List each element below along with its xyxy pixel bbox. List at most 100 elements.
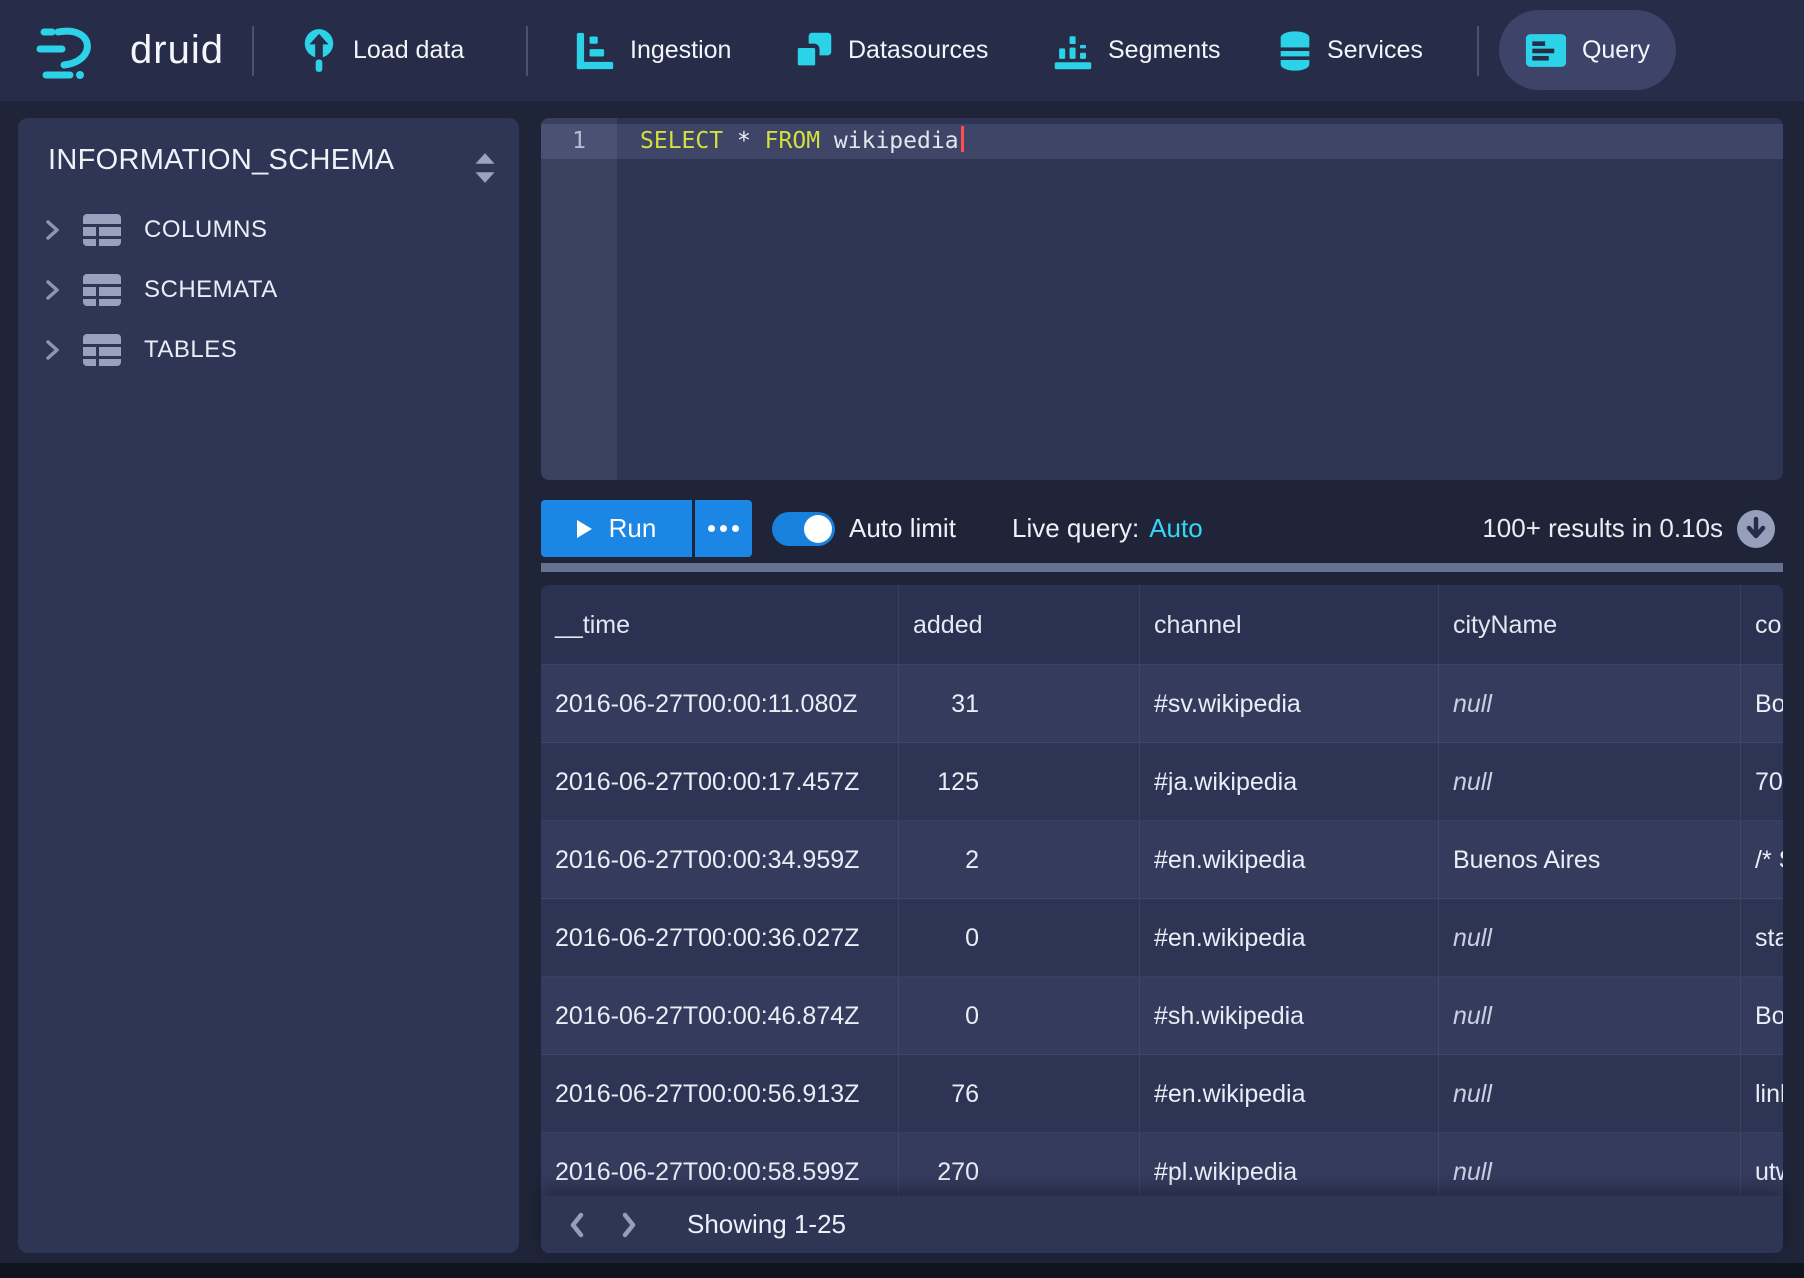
nav-item-load-data[interactable]: Load data	[300, 0, 464, 101]
cell-added[interactable]: 0	[899, 977, 1140, 1054]
cell-time[interactable]: 2016-06-27T00:00:46.874Z	[541, 977, 899, 1054]
bar-chart-icon	[1053, 31, 1093, 71]
cell-channel[interactable]: #sv.wikipedia	[1140, 665, 1439, 742]
cell-cityname[interactable]: null	[1439, 977, 1741, 1054]
nav-item-label: Services	[1327, 36, 1423, 65]
nav-item-label: Ingestion	[630, 36, 731, 65]
schema-title: INFORMATION_SCHEMA	[48, 144, 394, 177]
cell-added[interactable]: 31	[899, 665, 1140, 742]
column-header-cityname[interactable]: cityName	[1439, 585, 1741, 664]
cell-added[interactable]: 0	[899, 899, 1140, 976]
cell-cityname[interactable]: null	[1439, 1055, 1741, 1132]
auto-limit-label: Auto limit	[849, 500, 956, 557]
column-header-time[interactable]: __time	[541, 585, 899, 664]
cell-comment[interactable]: link	[1741, 1055, 1783, 1132]
sidebar-item-schemata[interactable]: SCHEMATA	[32, 263, 505, 317]
nav-item-label: Datasources	[848, 36, 988, 65]
sidebar-item-tables[interactable]: TABLES	[32, 323, 505, 377]
previous-page-button[interactable]	[567, 1211, 587, 1239]
cell-time[interactable]: 2016-06-27T00:00:56.913Z	[541, 1055, 899, 1132]
brand-name: druid	[130, 28, 224, 73]
chevron-right-icon	[44, 339, 62, 361]
cell-cityname[interactable]: Buenos Aires	[1439, 821, 1741, 898]
pagination-status: Showing 1-25	[687, 1209, 846, 1240]
cell-added[interactable]: 76	[899, 1055, 1140, 1132]
column-header-added[interactable]: added	[899, 585, 1140, 664]
sort-icon[interactable]	[471, 150, 499, 191]
cell-cityname[interactable]: null	[1439, 665, 1741, 742]
druid-console: druid Load data Ingestion	[0, 0, 1804, 1278]
cell-comment[interactable]: stat	[1741, 899, 1783, 976]
cell-cityname[interactable]: null	[1439, 899, 1741, 976]
chevron-right-icon	[44, 279, 62, 301]
cell-channel[interactable]: #sh.wikipedia	[1140, 977, 1439, 1054]
table-row: 2016-06-27T00:00:17.457Z 125 #ja.wikiped…	[541, 743, 1783, 821]
nav-item-label: Load data	[353, 36, 464, 65]
upload-icon	[300, 27, 338, 75]
nav-divider	[1477, 26, 1479, 76]
cell-time[interactable]: 2016-06-27T00:00:11.080Z	[541, 665, 899, 742]
table-header-row: __time added channel cityName comment	[541, 585, 1783, 665]
table-row: 2016-06-27T00:00:56.913Z 76 #en.wikipedi…	[541, 1055, 1783, 1133]
cell-comment[interactable]: /* S	[1741, 821, 1783, 898]
sql-keyword: FROM	[765, 128, 820, 154]
cell-time[interactable]: 2016-06-27T00:00:36.027Z	[541, 899, 899, 976]
nav-item-segments[interactable]: Segments	[1053, 0, 1221, 101]
sql-editor[interactable]: 1 SELECT * FROM wikipedia	[541, 118, 1783, 480]
cell-channel[interactable]: #en.wikipedia	[1140, 1055, 1439, 1132]
stacked-squares-icon	[793, 31, 833, 71]
sql-code-line: SELECT * FROM wikipedia	[640, 124, 964, 159]
cell-comment[interactable]: Bot:	[1741, 977, 1783, 1054]
nav-item-datasources[interactable]: Datasources	[793, 0, 988, 101]
database-icon	[1278, 29, 1312, 73]
editor-gutter	[541, 118, 617, 480]
live-query-value[interactable]: Auto	[1149, 513, 1203, 543]
ellipsis-icon	[720, 525, 727, 532]
column-header-comment[interactable]: comment	[1741, 585, 1783, 664]
ellipsis-icon	[732, 525, 739, 532]
sidebar-item-label: TABLES	[144, 336, 237, 364]
cell-channel[interactable]: #en.wikipedia	[1140, 899, 1439, 976]
nav-item-query[interactable]: Query	[1499, 10, 1676, 90]
nav-item-label: Segments	[1108, 36, 1221, 65]
table-row: 2016-06-27T00:00:36.027Z 0 #en.wikipedia…	[541, 899, 1783, 977]
cell-channel[interactable]: #en.wikipedia	[1140, 821, 1439, 898]
cell-added[interactable]: 125	[899, 743, 1140, 820]
sql-identifier: wikipedia	[834, 128, 959, 154]
run-button-label: Run	[609, 513, 657, 544]
sidebar-item-label: COLUMNS	[144, 216, 268, 244]
text-cursor	[961, 126, 964, 152]
line-number: 1	[541, 124, 617, 159]
cell-comment[interactable]: Bot:	[1741, 665, 1783, 742]
cell-cityname[interactable]: null	[1439, 743, 1741, 820]
nav-item-ingestion[interactable]: Ingestion	[575, 0, 731, 101]
table-icon	[82, 333, 122, 367]
sql-star: *	[737, 128, 751, 154]
cell-comment[interactable]: 70.1	[1741, 743, 1783, 820]
live-query: Live query: Auto	[1012, 500, 1203, 557]
panel-divider[interactable]	[541, 563, 1783, 572]
cell-time[interactable]: 2016-06-27T00:00:34.959Z	[541, 821, 899, 898]
console-icon	[1525, 33, 1567, 68]
sidebar-item-columns[interactable]: COLUMNS	[32, 203, 505, 257]
nav-divider	[252, 26, 254, 76]
column-header-channel[interactable]: channel	[1140, 585, 1439, 664]
run-button[interactable]: Run	[541, 500, 692, 557]
cell-channel[interactable]: #ja.wikipedia	[1140, 743, 1439, 820]
sidebar-item-label: SCHEMATA	[144, 276, 278, 304]
auto-limit-toggle[interactable]	[772, 512, 835, 546]
table-row: 2016-06-27T00:00:46.874Z 0 #sh.wikipedia…	[541, 977, 1783, 1055]
nav-item-services[interactable]: Services	[1278, 0, 1423, 101]
brand[interactable]: druid	[36, 0, 224, 101]
chevron-right-icon	[44, 219, 62, 241]
results-info: 100+ results in 0.10s	[1482, 500, 1723, 557]
play-icon	[577, 520, 592, 538]
cell-time[interactable]: 2016-06-27T00:00:17.457Z	[541, 743, 899, 820]
live-query-label: Live query:	[1012, 513, 1139, 543]
run-more-options-button[interactable]	[695, 500, 752, 557]
next-page-button[interactable]	[619, 1211, 639, 1239]
query-results-panel: __time added channel cityName comment 20…	[541, 585, 1783, 1253]
cell-added[interactable]: 2	[899, 821, 1140, 898]
download-button[interactable]	[1736, 509, 1776, 549]
nav-divider	[526, 26, 528, 76]
